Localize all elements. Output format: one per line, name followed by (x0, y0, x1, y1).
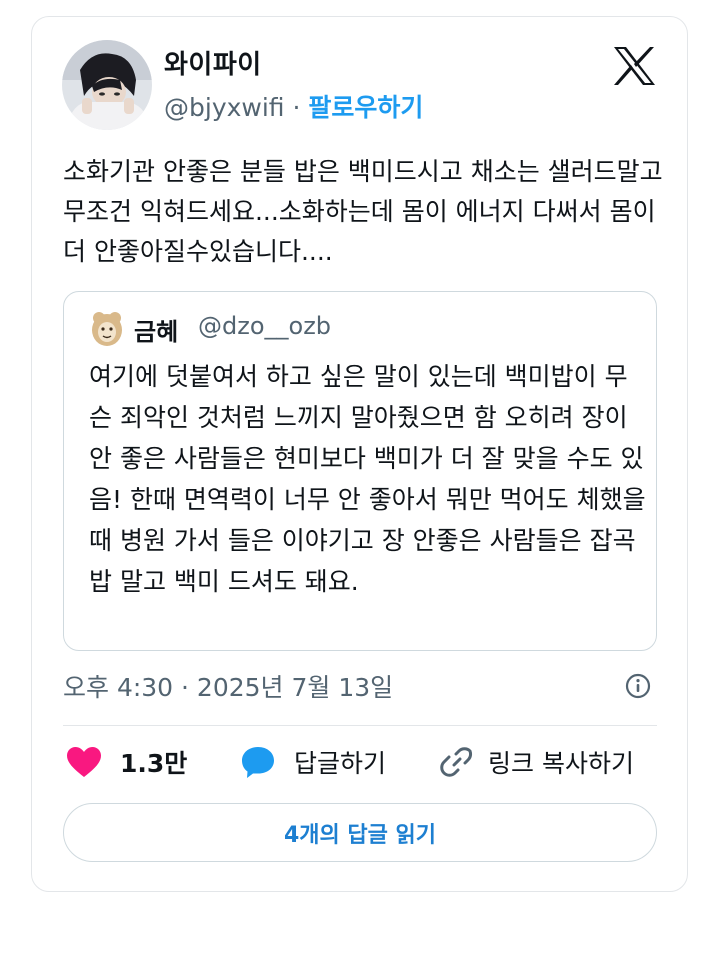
separator-dot: · (292, 93, 301, 122)
x-logo-icon[interactable] (612, 46, 656, 86)
follow-button[interactable]: 팔로우하기 (308, 93, 423, 122)
read-replies-label: 4개의 답글 읽기 (283, 822, 437, 848)
heart-icon (67, 747, 101, 777)
copy-link-button[interactable]: 링크 복사하기 (440, 744, 634, 780)
info-icon[interactable] (624, 672, 652, 700)
like-button[interactable]: 1.3만 (66, 744, 187, 780)
quote-avatar[interactable] (90, 310, 124, 348)
quote-display-name[interactable]: 금혜 (134, 312, 178, 347)
quote-user-handle[interactable]: @dzo__ozb (198, 312, 331, 340)
user-handle[interactable]: @bjyxwifi (164, 93, 285, 122)
tweet-timestamp[interactable]: 오후 4:30 · 2025년 7월 13일 (63, 668, 393, 704)
link-icon (440, 747, 473, 777)
quote-text: 여기에 덧붙여서 하고 싶은 말이 있는데 백미밥이 무슨 죄악인 것처럼 느끼… (89, 362, 646, 596)
reply-label: 답글하기 (294, 749, 387, 778)
speech-bubble-icon (242, 747, 274, 778)
tweet-text: 소화기관 안좋은 분들 밥은 백미드시고 채소는 샐러드말고 무조건 익혀드세요… (63, 157, 663, 266)
handle-row: @bjyxwifi · 팔로우하기 (164, 88, 423, 124)
like-count: 1.3만 (120, 749, 188, 778)
avatar[interactable] (62, 40, 152, 130)
read-replies-button[interactable]: 4개의 답글 읽기 (63, 803, 657, 862)
copy-link-label: 링크 복사하기 (488, 749, 634, 778)
reply-button[interactable]: 답글하기 (240, 744, 386, 780)
divider (63, 725, 657, 726)
display-name[interactable]: 와이파이 (164, 44, 262, 81)
